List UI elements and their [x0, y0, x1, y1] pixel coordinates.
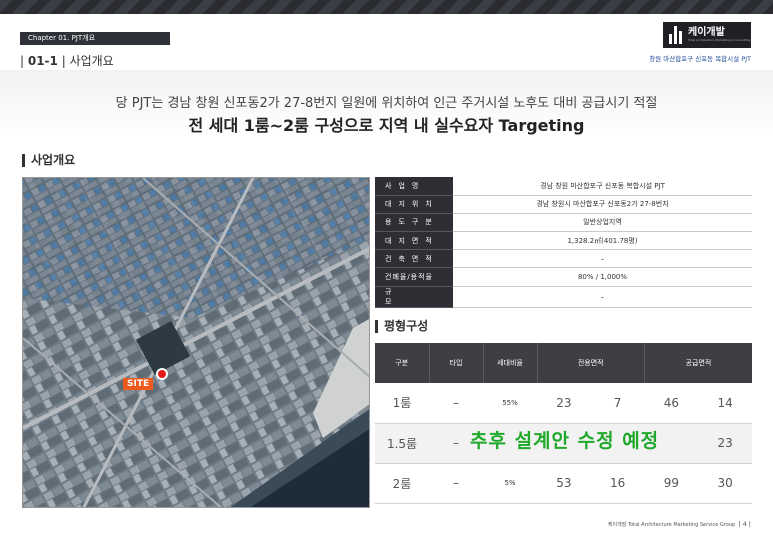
cell: 1룸 [375, 383, 429, 424]
cell: 2룸 [375, 463, 429, 504]
col-header: 타입 [429, 343, 484, 383]
logo-text: 케이개발 [688, 27, 725, 38]
table-row: 대지면적 1,328.2㎡(401.78평) [375, 231, 752, 251]
rooms-heading: 평형구성 [375, 320, 428, 333]
cell: 46 [644, 383, 699, 424]
aerial-map: SITE [22, 177, 370, 508]
chapter-label: Chapter 01. PJT개요 [20, 32, 170, 45]
row-value: – [453, 249, 752, 269]
row-value: – [453, 286, 752, 308]
revision-notice: 추후 설계안 수정 예정 [470, 430, 660, 452]
section-name: 사업개요 [69, 54, 114, 68]
cell: 99 [644, 463, 699, 504]
col-header: 공급면적 [644, 343, 752, 383]
cell: 16 [590, 463, 645, 504]
cell: 55% [483, 383, 537, 424]
col-header: 전용면적 [537, 343, 645, 383]
overview-table: 사업명 경남 창원 마산합포구 신포동 복합시설 PJT 대지위치 경남 창원시 마… [375, 177, 752, 308]
headline-line1: 당 PJT는 경남 창원 신포동2가 27-8번지 일원에 위치하여 인근 주거… [115, 96, 658, 111]
row-value: 경남 창원 마산합포구 신포동 복합시설 PJT [453, 177, 752, 196]
table-row: 건폐율/용적율 80% / 1,000% [375, 267, 752, 287]
cell: 5% [483, 463, 537, 504]
footer: 케이개발 Total Architecture Marketing Servic… [608, 520, 751, 528]
table-row: 2룸 – 5% 53 16 99 30 [375, 463, 752, 504]
aerial-map-image [23, 178, 369, 507]
cell: – [429, 463, 483, 504]
row-value: 경남 창원시 마산합포구 신포동2가 27-8번지 [453, 195, 752, 214]
cell: 23 [698, 423, 752, 464]
cell: 23 [537, 383, 591, 424]
row-label: 건축면적 [375, 249, 453, 269]
col-header: 구분 [375, 343, 430, 383]
row-label: 건폐율/용적율 [375, 267, 453, 287]
row-label: 사업명 [375, 177, 453, 196]
row-value: 일반상업지역 [453, 213, 752, 233]
top-decorative-strip [0, 0, 773, 14]
table-row: 건축면적 – [375, 249, 752, 269]
row-value: 80% / 1,000% [453, 267, 752, 287]
table-row: 규모 – [375, 286, 752, 308]
row-value: 1,328.2㎡(401.78평) [453, 231, 752, 251]
col-header: 세대비율 [483, 343, 538, 383]
row-label: 대지면적 [375, 231, 453, 251]
cell: – [429, 383, 483, 424]
headline-line2: 전 세대 1룸~2룸 구성으로 지역 내 실수요자 Targeting [188, 116, 585, 135]
table-row: 1룸 – 55% 23 7 46 14 [375, 383, 752, 424]
section-number: 01-1 [27, 54, 58, 68]
building-icon [669, 26, 683, 44]
site-label: SITE [123, 378, 154, 390]
table-header-row: 구분 타입 세대비율 전용면적 공급면적 [375, 343, 752, 383]
cell: 7 [590, 383, 645, 424]
cell: 1.5룸 [375, 423, 429, 464]
table-row: 대지위치 경남 창원시 마산합포구 신포동2가 27-8번지 [375, 195, 752, 214]
footer-company: 케이개발 Total Architecture Marketing Servic… [607, 522, 736, 528]
cell: 30 [698, 463, 752, 504]
cell: 53 [537, 463, 591, 504]
cell: 14 [698, 383, 752, 424]
overview-heading: 사업개요 [22, 154, 75, 167]
row-label: 규모 [375, 286, 453, 308]
project-name: 창원 마산합포구 신포동 복합시설 PJT [649, 55, 751, 63]
table-row: 사업명 경남 창원 마산합포구 신포동 복합시설 PJT [375, 177, 752, 196]
row-label: 용도구분 [375, 213, 453, 233]
site-marker-icon [156, 368, 168, 380]
unit-mix-table: 구분 타입 세대비율 전용면적 공급면적 1룸 – 55% 23 7 46 14… [375, 343, 752, 504]
company-logo: 케이개발 Total Architecture Marketing & Cons… [663, 22, 751, 48]
section-title: | 01-1 | 사업개요 [20, 54, 114, 68]
logo-subtext: Total Architecture Marketing & Consultin… [688, 38, 751, 42]
page-number: | 4 | [738, 520, 751, 528]
table-row: 용도구분 일반상업지역 [375, 213, 752, 233]
row-label: 대지위치 [375, 195, 453, 214]
